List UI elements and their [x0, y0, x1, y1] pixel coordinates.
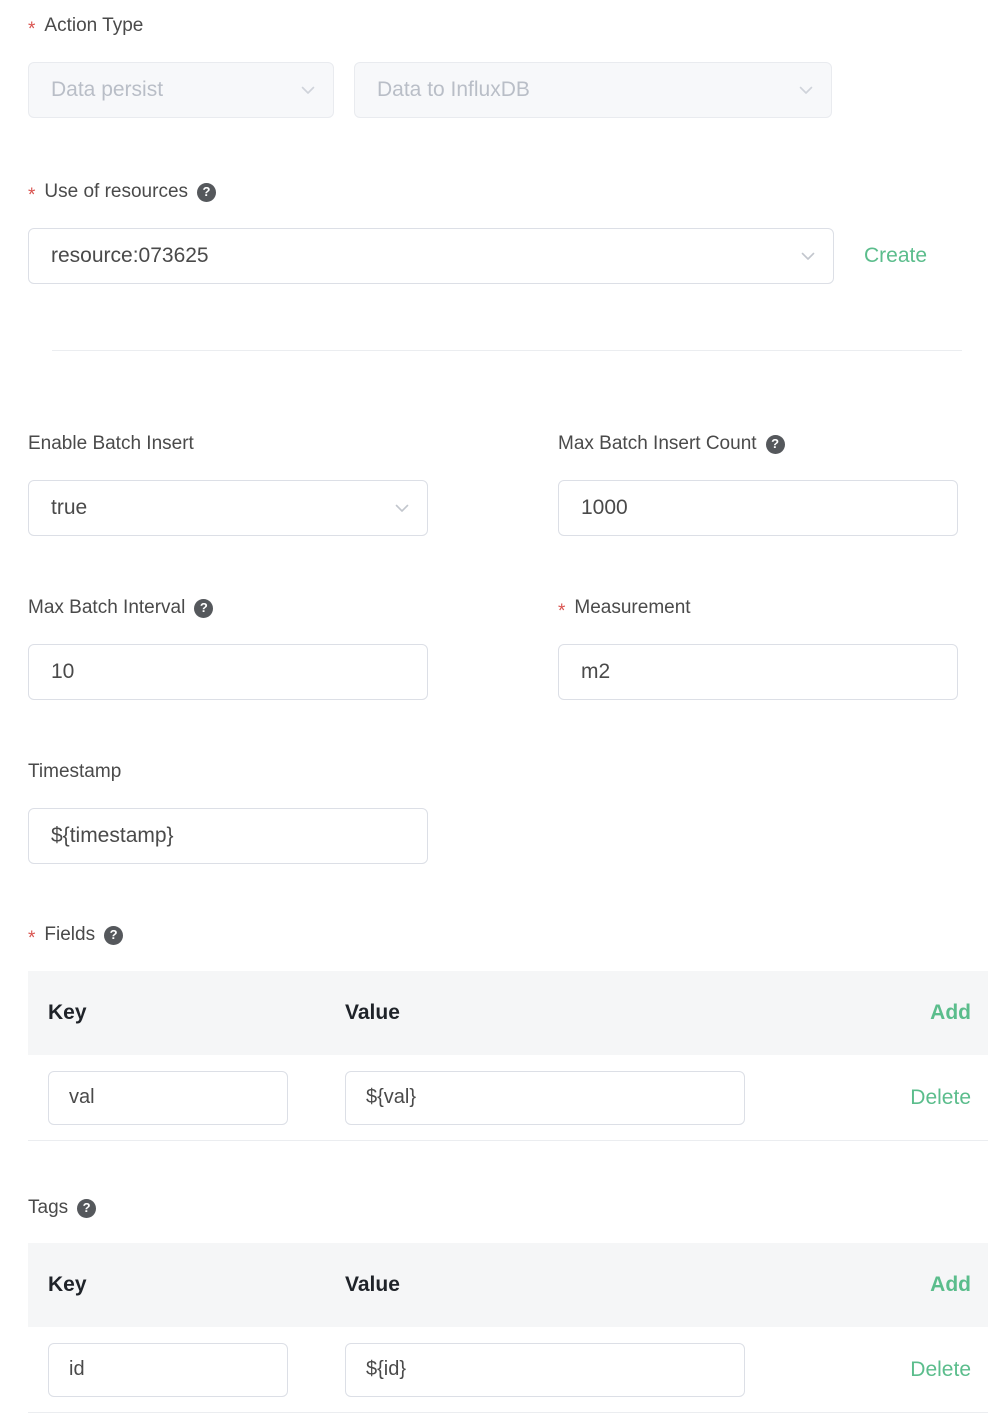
- timestamp-label: Timestamp: [28, 760, 121, 784]
- action-type-label: * Action Type: [28, 14, 143, 38]
- tags-label-text: Tags: [28, 1196, 68, 1220]
- fields-row-key-cell: val: [28, 1071, 323, 1125]
- tags-header-key-cell: Key: [28, 1273, 323, 1297]
- help-icon[interactable]: ?: [766, 435, 785, 454]
- max-batch-insert-count-value: 1000: [581, 496, 935, 520]
- chevron-down-icon: [795, 79, 817, 101]
- max-batch-insert-count-label-text: Max Batch Insert Count: [558, 432, 757, 456]
- required-asterisk: *: [28, 929, 35, 948]
- fields-table-header: Key Value Add: [28, 971, 988, 1055]
- measurement-label-text: Measurement: [574, 596, 690, 620]
- use-of-resources-value: resource:073625: [51, 244, 797, 268]
- tags-add-button[interactable]: Add: [930, 1273, 971, 1296]
- create-resource-button[interactable]: Create: [864, 243, 927, 269]
- fields-row-value-value: ${val}: [366, 1086, 722, 1109]
- tags-row-value-value: ${id}: [366, 1358, 722, 1381]
- action-type-label-text: Action Type: [44, 14, 143, 38]
- chevron-down-icon: [297, 79, 319, 101]
- fields-header-value-cell: Value: [323, 1001, 868, 1025]
- tags-label: Tags ?: [28, 1196, 96, 1220]
- help-icon[interactable]: ?: [77, 1199, 96, 1218]
- fields-header-key: Key: [48, 1001, 87, 1024]
- required-asterisk: *: [28, 20, 35, 39]
- max-batch-interval-label: Max Batch Interval ?: [28, 596, 213, 620]
- tags-table: Key Value Add id ${id} Delete: [28, 1243, 988, 1413]
- fields-label: * Fields ?: [28, 923, 123, 947]
- section-divider: [52, 350, 962, 351]
- timestamp-label-text: Timestamp: [28, 760, 121, 784]
- max-batch-insert-count-label: Max Batch Insert Count ?: [558, 432, 785, 456]
- tags-row-action-cell: Delete: [868, 1357, 988, 1383]
- measurement-label: * Measurement: [558, 596, 691, 620]
- tags-header-value-cell: Value: [323, 1273, 868, 1297]
- max-batch-insert-count-input[interactable]: 1000: [558, 480, 958, 536]
- timestamp-input[interactable]: ${timestamp}: [28, 808, 428, 864]
- action-target-value: Data to InfluxDB: [377, 78, 795, 102]
- fields-row-value-input[interactable]: ${val}: [345, 1071, 745, 1125]
- help-icon[interactable]: ?: [197, 183, 216, 202]
- help-icon[interactable]: ?: [194, 599, 213, 618]
- tags-header-value: Value: [345, 1273, 400, 1296]
- measurement-value: m2: [581, 660, 935, 684]
- tags-row-key-input[interactable]: id: [48, 1343, 288, 1397]
- enable-batch-insert-select[interactable]: true: [28, 480, 428, 536]
- chevron-down-icon: [391, 497, 413, 519]
- tags-header-key: Key: [48, 1273, 87, 1296]
- table-row: id ${id} Delete: [28, 1327, 988, 1413]
- fields-header-value: Value: [345, 1001, 400, 1024]
- influxdb-action-form: * Action Type Data persist Data to Influ…: [0, 0, 1000, 1422]
- enable-batch-insert-value: true: [51, 496, 391, 520]
- tags-table-header: Key Value Add: [28, 1243, 988, 1327]
- max-batch-interval-value: 10: [51, 660, 405, 684]
- fields-add-button[interactable]: Add: [930, 1001, 971, 1024]
- enable-batch-insert-label-text: Enable Batch Insert: [28, 432, 194, 456]
- use-of-resources-label-text: Use of resources: [44, 180, 188, 204]
- tags-delete-button[interactable]: Delete: [910, 1358, 971, 1381]
- required-asterisk: *: [28, 186, 35, 205]
- tags-row-value-input[interactable]: ${id}: [345, 1343, 745, 1397]
- use-of-resources-select[interactable]: resource:073625: [28, 228, 834, 284]
- fields-delete-button[interactable]: Delete: [910, 1086, 971, 1109]
- chevron-down-icon: [797, 245, 819, 267]
- tags-row-key-value: id: [69, 1358, 265, 1381]
- fields-header-action-cell: Add: [868, 1000, 988, 1026]
- fields-row-key-value: val: [69, 1086, 265, 1109]
- fields-row-key-input[interactable]: val: [48, 1071, 288, 1125]
- fields-row-value-cell: ${val}: [323, 1071, 868, 1125]
- required-asterisk: *: [558, 602, 565, 621]
- tags-row-value-cell: ${id}: [323, 1343, 868, 1397]
- fields-label-text: Fields: [44, 923, 95, 947]
- action-target-select[interactable]: Data to InfluxDB: [354, 62, 832, 118]
- table-row: val ${val} Delete: [28, 1055, 988, 1141]
- tags-row-key-cell: id: [28, 1343, 323, 1397]
- fields-table: Key Value Add val ${val} Delete: [28, 971, 988, 1141]
- max-batch-interval-label-text: Max Batch Interval: [28, 596, 185, 620]
- measurement-input[interactable]: m2: [558, 644, 958, 700]
- tags-header-action-cell: Add: [868, 1272, 988, 1298]
- timestamp-value: ${timestamp}: [51, 824, 405, 848]
- action-category-select[interactable]: Data persist: [28, 62, 334, 118]
- fields-row-action-cell: Delete: [868, 1085, 988, 1111]
- action-category-value: Data persist: [51, 78, 297, 102]
- fields-header-key-cell: Key: [28, 1001, 323, 1025]
- help-icon[interactable]: ?: [104, 926, 123, 945]
- use-of-resources-label: * Use of resources ?: [28, 180, 216, 204]
- enable-batch-insert-label: Enable Batch Insert: [28, 432, 194, 456]
- max-batch-interval-input[interactable]: 10: [28, 644, 428, 700]
